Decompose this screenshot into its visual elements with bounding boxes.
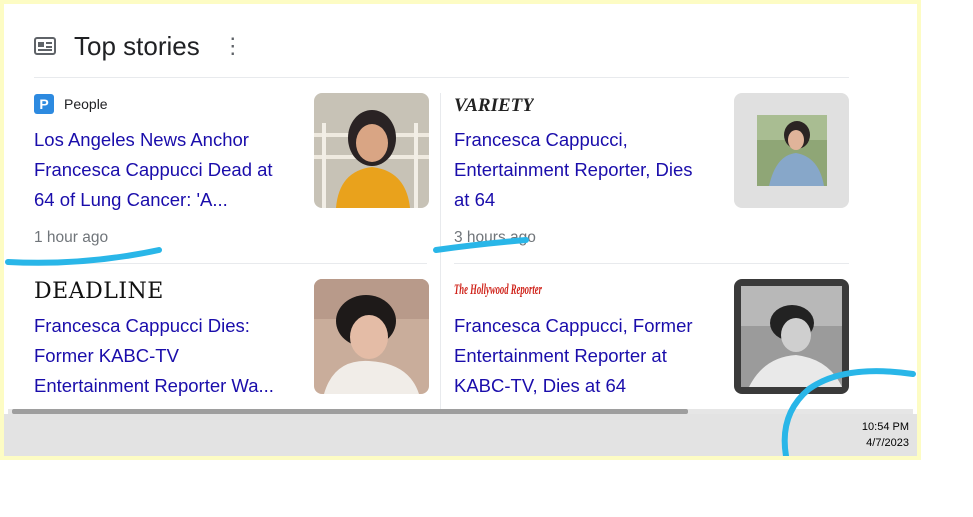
story-headline[interactable]: Francesca Cappucci, Former Entertainment… bbox=[454, 311, 719, 401]
story-card[interactable]: The Hollywood Reporter Francesca Cappucc… bbox=[454, 279, 849, 413]
divider bbox=[34, 263, 427, 264]
newspaper-icon bbox=[34, 37, 56, 55]
top-stories-card: Top stories ⋮ P People Los Angeles News … bbox=[8, 8, 913, 413]
story-thumbnail[interactable] bbox=[734, 93, 849, 208]
story-headline[interactable]: Francesca Cappucci, Entertainment Report… bbox=[454, 125, 719, 215]
story-card[interactable]: DEADLINE Francesca Cappucci Dies: Former… bbox=[34, 279, 429, 413]
hollywood-reporter-logo: The Hollywood Reporter bbox=[454, 282, 542, 298]
clock-time: 10:54 PM bbox=[861, 421, 909, 433]
story-headline[interactable]: Los Angeles News Anchor Francesca Cappuc… bbox=[34, 125, 299, 215]
story-time: 3 hours ago bbox=[454, 229, 536, 246]
deadline-logo: DEADLINE bbox=[34, 279, 164, 302]
divider bbox=[454, 263, 849, 264]
section-title: Top stories bbox=[74, 30, 200, 61]
screenshot-frame: Top stories ⋮ P People Los Angeles News … bbox=[0, 0, 921, 460]
variety-logo: VARIETY bbox=[454, 95, 534, 115]
story-thumbnail[interactable] bbox=[314, 279, 429, 394]
story-card[interactable]: VARIETY Francesca Cappucci, Entertainmen… bbox=[454, 93, 849, 263]
svg-text:The Hollywood Reporter: The Hollywood Reporter bbox=[454, 282, 542, 298]
more-vert-icon[interactable]: ⋮ bbox=[222, 35, 244, 57]
svg-text:DEADLINE: DEADLINE bbox=[34, 279, 164, 302]
story-thumbnail[interactable] bbox=[314, 93, 429, 208]
taskbar: 10:54 PM 4/7/2023 bbox=[4, 414, 917, 456]
taskbar-clock[interactable]: 10:54 PM 4/7/2023 bbox=[862, 419, 909, 451]
column-divider bbox=[440, 93, 441, 413]
source-name: People bbox=[64, 96, 108, 112]
story-time: 1 hour ago bbox=[34, 229, 109, 246]
svg-text:P: P bbox=[39, 96, 48, 112]
story-headline[interactable]: Francesca Cappucci Dies: Former KABC-TV … bbox=[34, 311, 299, 401]
top-stories-header: Top stories ⋮ bbox=[34, 28, 244, 64]
divider bbox=[34, 77, 849, 78]
story-thumbnail[interactable] bbox=[734, 279, 849, 394]
svg-text:VARIETY: VARIETY bbox=[454, 95, 534, 115]
clock-date: 4/7/2023 bbox=[866, 437, 909, 449]
story-card[interactable]: P People Los Angeles News Anchor Frances… bbox=[34, 93, 429, 263]
people-logo-icon: P bbox=[34, 94, 54, 114]
